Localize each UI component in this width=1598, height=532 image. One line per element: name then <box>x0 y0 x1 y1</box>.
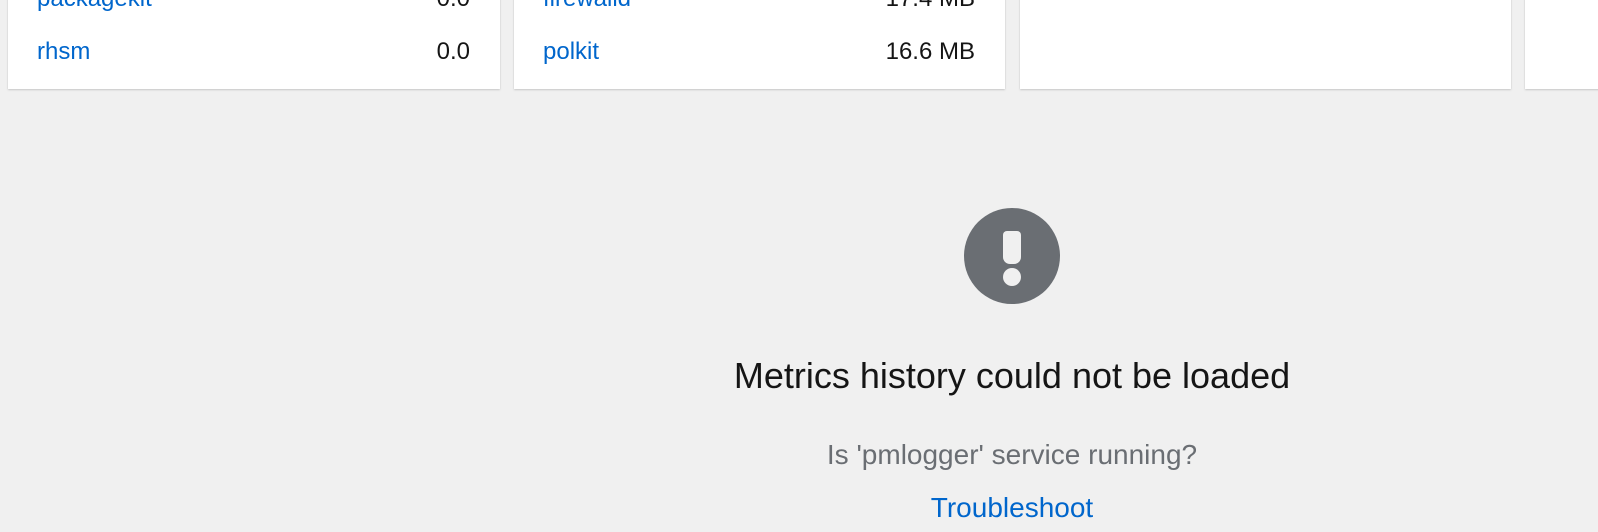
exclamation-circle-icon <box>964 208 1060 304</box>
top-services-card-cpu: packagekit 0.0 rhsm 0.0 <box>8 0 500 89</box>
troubleshoot-link[interactable]: Troubleshoot <box>931 492 1093 523</box>
troubleshoot-link-wrapper: Troubleshoot <box>712 491 1312 525</box>
service-link-rhsm[interactable]: rhsm <box>37 38 90 66</box>
service-row: rhsm 0.0 <box>37 37 470 67</box>
service-row: packagekit 0.0 <box>37 0 470 14</box>
empty-state-body: Is 'pmlogger' service running? <box>826 439 1198 470</box>
metrics-empty-state: Metrics history could not be loaded Is '… <box>712 0 1312 532</box>
service-link-firewalld[interactable]: firewalld <box>543 0 631 13</box>
empty-state-title: Metrics history could not be loaded <box>733 355 1291 396</box>
top-services-card-network <box>1525 0 1598 89</box>
service-usage-value: 0.0 <box>436 38 470 65</box>
service-link-polkit[interactable]: polkit <box>543 38 599 66</box>
service-usage-value: 0.0 <box>437 0 470 13</box>
service-link-packagekit[interactable]: packagekit <box>37 0 152 13</box>
